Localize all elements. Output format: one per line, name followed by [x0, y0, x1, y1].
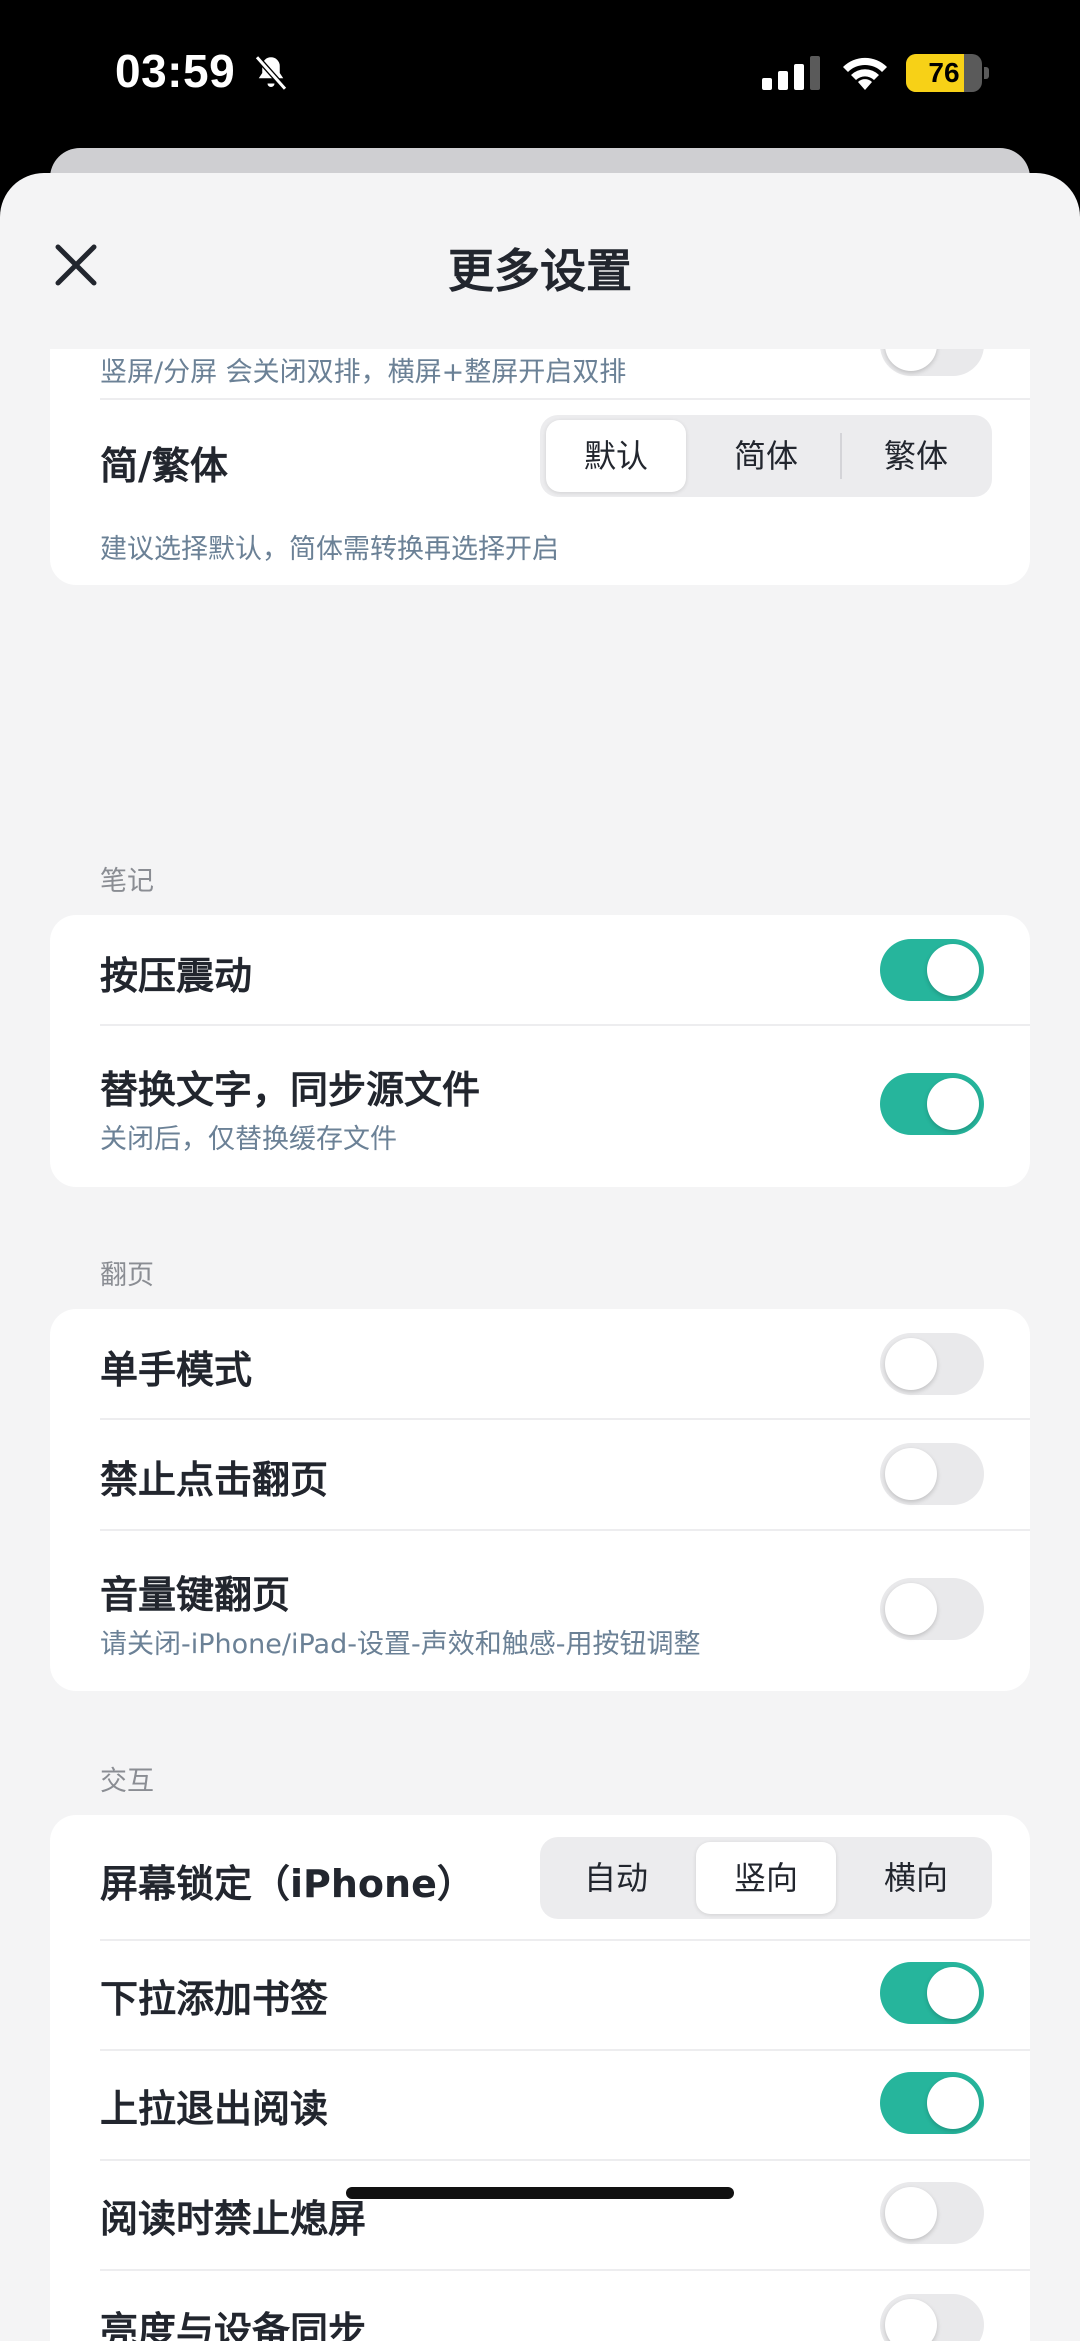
disable-tap-paging-toggle[interactable]	[880, 1443, 984, 1505]
list-item[interactable]: 下拉添加书签	[50, 1940, 1030, 2049]
battery-icon: 76	[906, 54, 989, 92]
page-title: 更多设置	[448, 244, 632, 298]
section-label-notes: 笔记	[100, 866, 154, 897]
row-title: 下拉添加书签	[100, 1977, 329, 2021]
list-item[interactable]: 上拉退出阅读	[50, 2050, 1030, 2159]
battery-percentage: 76	[928, 57, 960, 88]
dual-column-toggle[interactable]	[880, 349, 984, 376]
keep-screen-on-toggle[interactable]	[880, 2182, 984, 2244]
row-title: 按压震动	[100, 954, 253, 998]
list-item[interactable]: 阅读时禁止熄屏	[50, 2160, 1030, 2269]
screen-lock-segmented-control[interactable]: 自动 竖向 横向	[540, 1837, 992, 1919]
bell-slash-icon	[254, 55, 288, 91]
section-label-paging: 翻页	[100, 1260, 154, 1291]
one-hand-mode-toggle[interactable]	[880, 1333, 984, 1395]
pull-up-exit-toggle[interactable]	[880, 2072, 984, 2134]
list-item[interactable]: 音量键翻页 请关闭-iPhone/iPad-设置-声效和触感-用按钮调整	[50, 1530, 1030, 1691]
row-title: 音量键翻页	[100, 1573, 291, 1617]
notes-card: 按压震动 替换文字，同步源文件 关闭后，仅替换缓存文件	[50, 915, 1030, 1187]
script-option-traditional[interactable]: 繁体	[846, 420, 986, 492]
lock-option-auto[interactable]: 自动	[546, 1842, 686, 1914]
row-subtitle: 关闭后，仅替换缓存文件	[100, 1124, 397, 1155]
home-indicator	[346, 2187, 734, 2199]
script-option-simplified[interactable]: 简体	[696, 420, 836, 492]
display-card: 竖屏/分屏 会关闭双排，横屏+整屏开启双排 简/繁体 默认 简体 繁体 建议选择…	[50, 349, 1030, 585]
lock-option-landscape[interactable]: 横向	[846, 1842, 986, 1914]
script-title: 简/繁体	[100, 444, 228, 488]
volume-key-paging-toggle[interactable]	[880, 1578, 984, 1640]
sync-source-toggle[interactable]	[880, 1073, 984, 1135]
row-title: 禁止点击翻页	[100, 1458, 329, 1502]
list-item[interactable]: 单手模式	[50, 1309, 1030, 1418]
list-item[interactable]: 亮度与设备同步	[50, 2270, 1030, 2341]
dual-column-subtitle: 竖屏/分屏 会关闭双排，横屏+整屏开启双排	[100, 357, 627, 388]
script-segmented-control[interactable]: 默认 简体 繁体	[540, 415, 992, 497]
interaction-card: 屏幕锁定（iPhone） 自动 竖向 横向 下拉添加书签 上拉退出阅读 阅读时禁…	[50, 1815, 1030, 2341]
navigation-bar: 更多设置	[0, 173, 1080, 349]
press-vibration-toggle[interactable]	[880, 939, 984, 1001]
settings-sheet: 更多设置 竖屏/分屏 会关闭双排，横屏+整屏开启双排 简/繁体 默认 简体 繁体…	[0, 173, 1080, 2341]
status-bar: 03:59 76	[0, 0, 1080, 150]
screen-lock-title: 屏幕锁定（iPhone）	[100, 1862, 475, 1906]
row-title: 替换文字，同步源文件	[100, 1068, 481, 1112]
pull-down-bookmark-toggle[interactable]	[880, 1962, 984, 2024]
script-subtitle: 建议选择默认，简体需转换再选择开启	[100, 534, 559, 565]
script-option-default[interactable]: 默认	[546, 420, 686, 492]
script-row: 简/繁体 默认 简体 繁体 建议选择默认，简体需转换再选择开启	[50, 399, 1030, 585]
list-item[interactable]: 替换文字，同步源文件 关闭后，仅替换缓存文件	[50, 1025, 1030, 1187]
row-title: 上拉退出阅读	[100, 2087, 329, 2131]
list-item[interactable]: 禁止点击翻页	[50, 1419, 1030, 1529]
settings-list[interactable]: 竖屏/分屏 会关闭双排，横屏+整屏开启双排 简/繁体 默认 简体 繁体 建议选择…	[0, 349, 1080, 2341]
cellular-signal-icon	[762, 56, 820, 90]
row-title: 亮度与设备同步	[100, 2309, 367, 2341]
brightness-sync-toggle[interactable]	[880, 2294, 984, 2341]
row-title: 单手模式	[100, 1348, 253, 1392]
row-subtitle: 请关闭-iPhone/iPad-设置-声效和触感-用按钮调整	[100, 1629, 701, 1660]
status-time: 03:59	[115, 45, 236, 97]
row-title: 阅读时禁止熄屏	[100, 2197, 367, 2241]
wifi-icon	[843, 57, 887, 90]
section-label-interaction: 交互	[100, 1766, 154, 1797]
screen-lock-row: 屏幕锁定（iPhone） 自动 竖向 横向	[50, 1815, 1030, 1939]
list-item[interactable]: 按压震动	[50, 915, 1030, 1024]
paging-card: 单手模式 禁止点击翻页 音量键翻页 请关闭-iPhone/iPad-设置-声效和…	[50, 1309, 1030, 1691]
lock-option-portrait[interactable]: 竖向	[696, 1842, 836, 1914]
